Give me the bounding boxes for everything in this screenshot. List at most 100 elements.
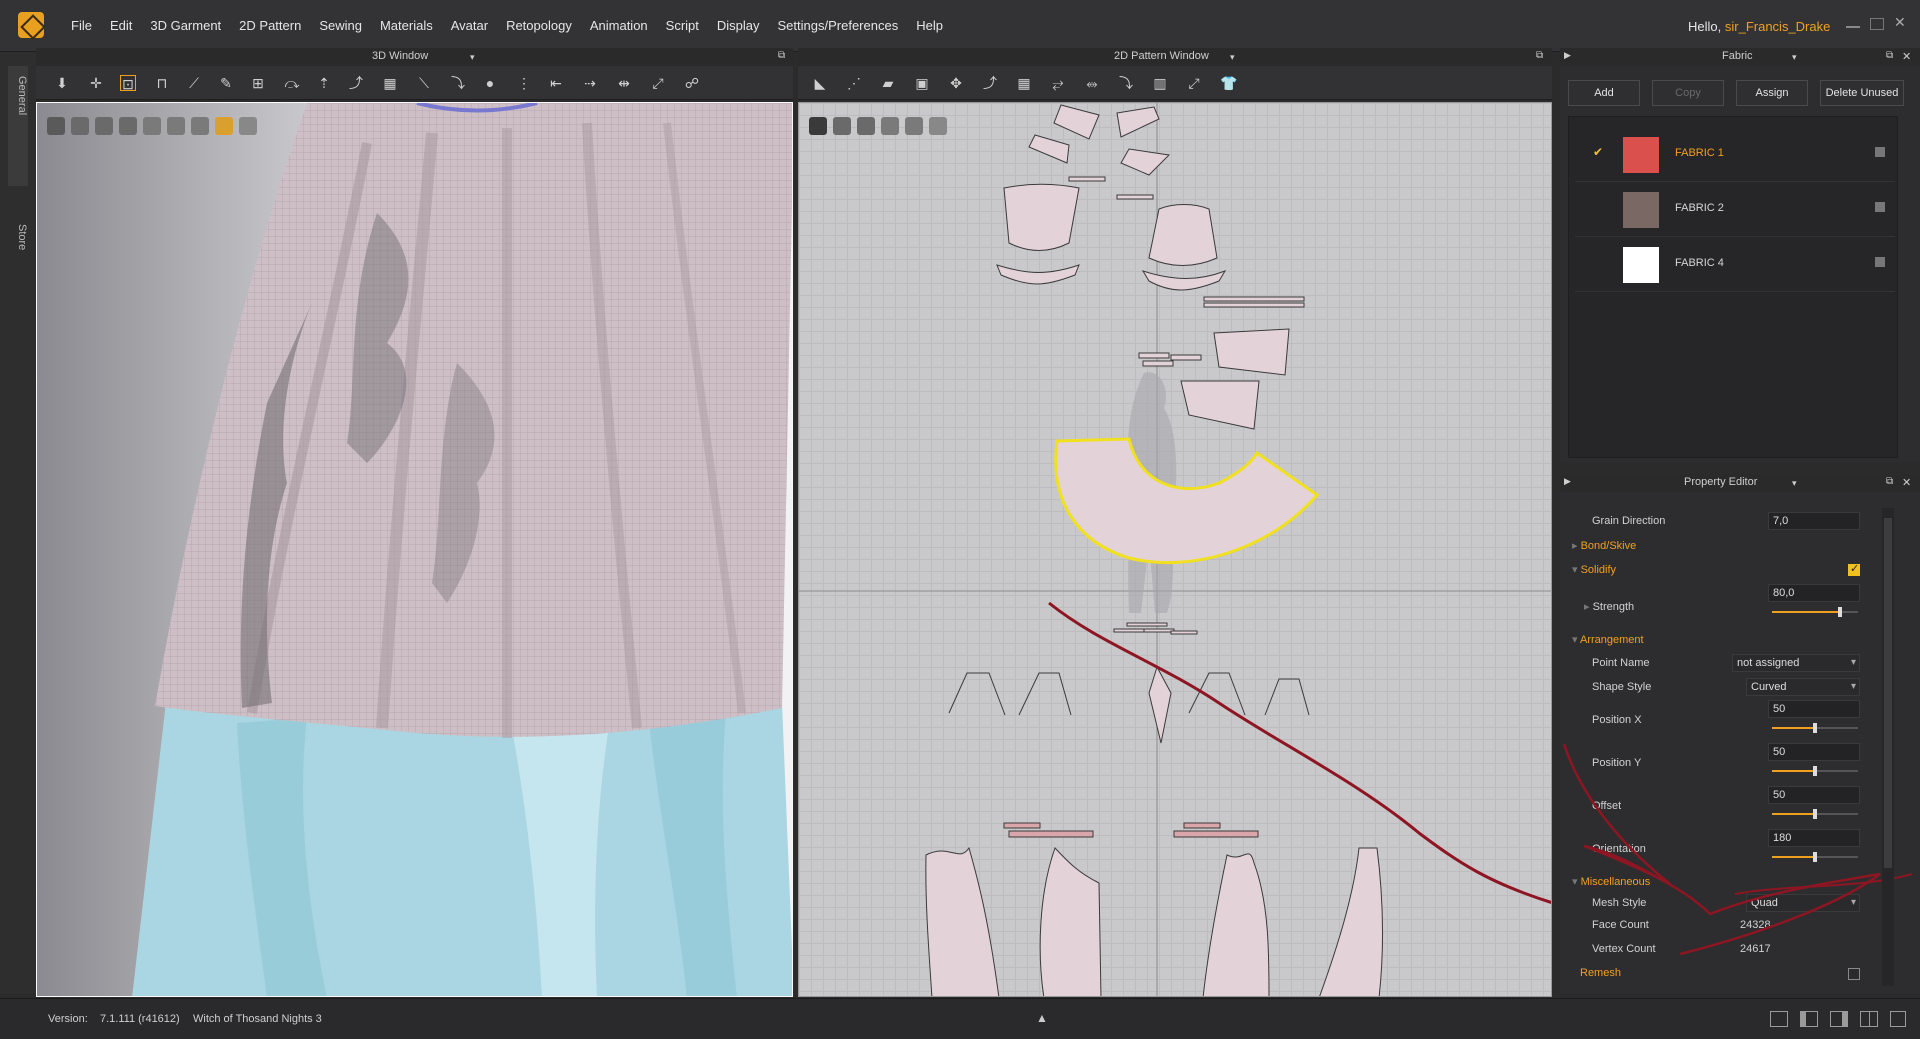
tape-tool-icon[interactable]: ⇹ [616, 75, 632, 91]
menu-edit[interactable]: Edit [101, 18, 141, 33]
menu-retopology[interactable]: Retopology [497, 18, 581, 33]
menu-sewing[interactable]: Sewing [310, 18, 371, 33]
rectangle-icon[interactable]: ▣ [914, 75, 930, 91]
polygon-icon[interactable]: ▰ [880, 75, 896, 91]
property-scrollbar[interactable] [1882, 508, 1894, 986]
avatar-pose-icon[interactable]: ☍ [684, 75, 700, 91]
seam-tool-icon[interactable]: ⤵ [450, 75, 466, 91]
sewing-view-icon[interactable] [95, 117, 113, 135]
fabric-options-icon[interactable] [1875, 257, 1885, 267]
menu-script[interactable]: Script [657, 18, 708, 33]
chevron-down-icon[interactable]: ▾ [470, 52, 475, 63]
add-fabric-button[interactable]: Add [1568, 80, 1640, 106]
trace-tool-icon[interactable]: ⤢ [650, 75, 666, 91]
scrollbar-thumb[interactable] [1884, 518, 1892, 868]
assign-fabric-button[interactable]: Assign [1736, 80, 1808, 106]
tab-store[interactable]: Store [8, 224, 28, 294]
solidify-label[interactable]: Solidify [1572, 563, 1616, 576]
tab-general[interactable]: General [8, 66, 28, 186]
menu-avatar[interactable]: Avatar [442, 18, 497, 33]
close-icon[interactable]: ✕ [1894, 14, 1908, 30]
strength-field[interactable]: 80,0 [1768, 584, 1860, 602]
layout-single-icon[interactable] [1770, 1011, 1788, 1027]
shirt-icon[interactable]: 👕 [1220, 75, 1237, 91]
undock-icon[interactable]: ⧉ [1886, 50, 1893, 61]
chevron-down-icon[interactable]: ▾ [1230, 52, 1235, 63]
expand-arrow-icon[interactable]: ▶ [1564, 476, 1571, 487]
solidify-row[interactable]: Solidify [1560, 560, 1900, 580]
layout-quad-icon[interactable] [1860, 1011, 1878, 1027]
chevron-down-icon[interactable]: ▾ [1792, 52, 1797, 63]
fabric-view-icon[interactable] [143, 117, 161, 135]
copy-fabric-button[interactable]: Copy [1652, 80, 1724, 106]
app-logo-icon[interactable] [18, 12, 44, 38]
zipper-tool-icon[interactable]: ⋮ [516, 75, 532, 91]
position-x-field[interactable]: 50 [1768, 700, 1860, 718]
stitch-tool-icon[interactable]: ⟍ [416, 75, 432, 91]
menu-file[interactable]: File [62, 18, 101, 33]
pen-tool-icon[interactable]: ✎ [218, 75, 234, 91]
delete-unused-button[interactable]: Delete Unused [1820, 80, 1904, 106]
solidify-checkbox[interactable] [1848, 562, 1860, 576]
menu-animation[interactable]: Animation [581, 18, 657, 33]
transform-icon[interactable]: ✛ [88, 75, 104, 91]
minimize-icon[interactable] [1846, 26, 1860, 28]
free-sew-icon[interactable]: ▦ [1016, 75, 1032, 91]
graphic-icon[interactable]: ⤵ [1118, 75, 1134, 91]
measure-tool-icon[interactable]: ⇢ [582, 75, 598, 91]
ruler-icon[interactable]: ⤢ [1186, 75, 1202, 91]
close-icon[interactable]: ✕ [1902, 476, 1911, 489]
menu-materials[interactable]: Materials [371, 18, 442, 33]
bond-skive-row[interactable]: Bond/Skive [1560, 536, 1900, 556]
light-view-icon[interactable] [191, 117, 209, 135]
pleat-icon[interactable]: ▥ [1152, 75, 1168, 91]
tack-tool-icon[interactable]: ⤼ [284, 75, 300, 91]
fold-arrange-icon[interactable]: ⥂ [1050, 75, 1066, 91]
restore-icon[interactable] [1870, 18, 1884, 30]
pen-mode-icon[interactable] [809, 117, 827, 135]
pattern-mode-icon[interactable] [833, 117, 851, 135]
bond-skive-label[interactable]: Bond/Skive [1572, 539, 1637, 552]
menu-2d-pattern[interactable]: 2D Pattern [230, 18, 310, 33]
menu-settings[interactable]: Settings/Preferences [769, 18, 908, 33]
strength-slider[interactable] [1772, 607, 1858, 617]
grain-direction-field[interactable]: 7,0 [1768, 512, 1860, 530]
fabric-item[interactable]: FABRIC 4 [1575, 237, 1895, 292]
chevron-down-icon[interactable]: ▾ [1792, 478, 1797, 489]
layer-mode-icon[interactable] [881, 117, 899, 135]
fabric-options-icon[interactable] [1875, 147, 1885, 157]
point-name-select[interactable]: not assigned [1732, 654, 1860, 672]
dart-icon[interactable]: ✥ [948, 75, 964, 91]
button-tool-icon[interactable]: ● [482, 75, 498, 91]
undock-icon[interactable]: ⧉ [778, 50, 785, 61]
layout-dual-icon[interactable] [1830, 1011, 1848, 1027]
layout-custom-icon[interactable] [1890, 1011, 1906, 1027]
camera-icon[interactable] [47, 117, 65, 135]
arrangement-label[interactable]: Arrangement [1572, 633, 1644, 646]
line-tool-icon[interactable]: ⟋ [186, 75, 202, 91]
avatar-view-icon[interactable] [119, 117, 137, 135]
arrangement-row[interactable]: Arrangement [1560, 630, 1900, 650]
username[interactable]: sir_Francis_Drake [1725, 19, 1830, 34]
edit-point-icon[interactable]: ⋰ [846, 75, 862, 91]
expand-up-icon[interactable]: ▲ [1036, 1011, 1048, 1025]
grid-tool-icon[interactable]: ▦ [382, 75, 398, 91]
close-icon[interactable]: ✕ [1902, 50, 1911, 63]
fabric-item[interactable]: ✔ FABRIC 1 [1575, 127, 1895, 182]
shape-style-select[interactable]: Curved [1746, 678, 1860, 696]
layout-split-icon[interactable] [1800, 1011, 1818, 1027]
expand-arrow-icon[interactable]: ▶ [1564, 50, 1571, 61]
menu-help[interactable]: Help [907, 18, 952, 33]
fabric-item[interactable]: FABRIC 2 [1575, 182, 1895, 237]
topstitch-tool-icon[interactable]: ⇤ [548, 75, 564, 91]
sew-tool-icon[interactable]: ⤴ [348, 75, 364, 91]
position-x-slider[interactable] [1772, 723, 1858, 733]
undock-icon[interactable]: ⧉ [1886, 476, 1893, 487]
search-icon[interactable] [857, 117, 875, 135]
texture-view-icon[interactable] [167, 117, 185, 135]
texture-edit-icon[interactable]: ⥈ [1084, 75, 1100, 91]
export-mode-icon[interactable] [929, 117, 947, 135]
select-mesh-icon[interactable]: ⊡ [120, 75, 136, 92]
undock-icon[interactable]: ⧉ [1536, 50, 1543, 61]
fabric-options-icon[interactable] [1875, 202, 1885, 212]
